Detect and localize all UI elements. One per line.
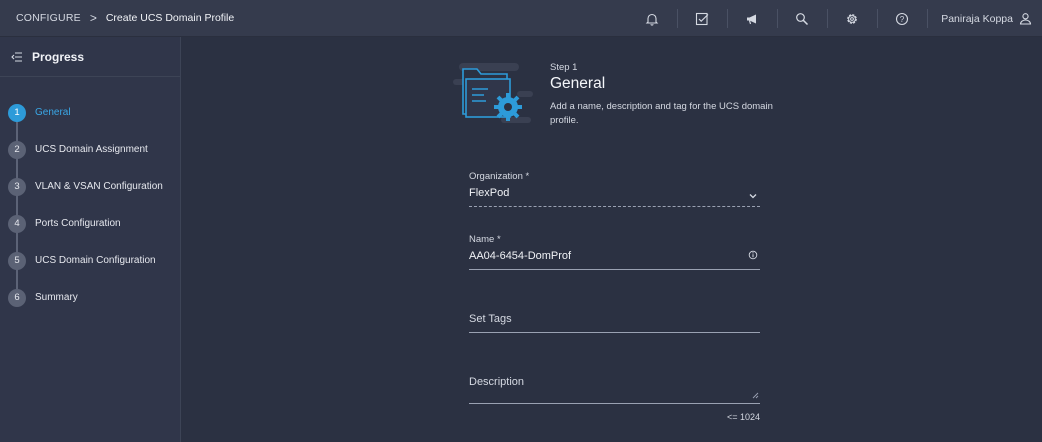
name-input-value: AA04-6454-DomProf — [469, 250, 572, 262]
search-button[interactable] — [777, 0, 827, 37]
description-placeholder: Description — [469, 376, 525, 388]
set-tags-underline — [469, 332, 760, 333]
description-underline — [469, 403, 760, 404]
toolbar-icons: ? Paniraja Koppa — [627, 0, 1042, 37]
settings-gear-icon — [847, 13, 858, 24]
resize-handle-icon[interactable] — [752, 392, 759, 399]
organization-select[interactable]: Organization * FlexPod — [469, 171, 760, 207]
notifications-button[interactable] — [627, 0, 677, 37]
organization-value[interactable]: FlexPod — [469, 187, 760, 203]
breadcrumb-configure-link[interactable]: CONFIGURE — [16, 12, 81, 24]
name-underline — [469, 269, 760, 270]
organization-selected-value: FlexPod — [469, 187, 510, 199]
announcements-button[interactable] — [727, 0, 777, 37]
step-header: Step 1 General Add a name, description a… — [550, 62, 790, 128]
folder-gear-icon — [453, 63, 533, 123]
user-avatar-icon — [1019, 13, 1032, 25]
collapse-menu-icon[interactable] — [11, 51, 23, 62]
tasks-button[interactable] — [677, 0, 727, 37]
step-label: VLAN & VSAN Configuration — [35, 181, 163, 192]
set-tags-input[interactable]: Set Tags — [469, 313, 760, 333]
user-menu[interactable]: Paniraja Koppa — [927, 0, 1042, 37]
chevron-down-icon[interactable] — [748, 191, 758, 201]
breadcrumb-separator: > — [89, 11, 97, 25]
search-icon — [796, 12, 809, 25]
wizard-steps: 1 General 2 UCS Domain Assignment 3 VLAN… — [0, 77, 180, 316]
step-indicator: Step 1 — [550, 62, 578, 73]
set-tags-placeholder: Set Tags — [469, 313, 512, 325]
step-label: Summary — [35, 292, 78, 303]
progress-header: Progress — [0, 37, 180, 77]
step-summary[interactable]: 6 Summary — [0, 279, 180, 316]
step-label: Ports Configuration — [35, 218, 121, 229]
step-vlan-vsan-configuration[interactable]: 3 VLAN & VSAN Configuration — [0, 168, 180, 205]
progress-sidebar: Progress 1 General 2 UCS Domain Assignme… — [0, 37, 181, 442]
step-number: 2 — [8, 140, 26, 159]
step-label: UCS Domain Configuration — [35, 255, 156, 266]
help-button[interactable]: ? — [877, 0, 927, 37]
description-textarea[interactable]: Description <= 1024 — [469, 376, 760, 422]
step-description: Add a name, description and tag for the … — [550, 101, 773, 126]
step-number: 3 — [8, 177, 26, 196]
organization-label: Organization * — [469, 171, 530, 182]
bell-icon — [645, 13, 659, 26]
top-bar: CONFIGURE > Create UCS Domain Profile ? … — [0, 0, 1042, 37]
settings-button[interactable] — [827, 0, 877, 37]
organization-underline — [469, 206, 760, 207]
info-icon[interactable] — [748, 250, 758, 260]
step-ucs-domain-configuration[interactable]: 5 UCS Domain Configuration — [0, 242, 180, 279]
step-label: General — [35, 107, 71, 118]
step-number: 1 — [8, 103, 26, 122]
step-number: 5 — [8, 251, 26, 270]
step-ucs-domain-assignment[interactable]: 2 UCS Domain Assignment — [0, 131, 180, 168]
step-general[interactable]: 1 General — [0, 94, 180, 131]
help-icon: ? — [896, 12, 909, 25]
name-field[interactable]: Name * AA04-6454-DomProf — [469, 234, 760, 270]
step-number: 6 — [8, 288, 26, 307]
step-number: 4 — [8, 214, 26, 233]
svg-text:?: ? — [900, 15, 905, 24]
user-name: Paniraja Koppa — [941, 12, 1013, 25]
breadcrumb-current-page: Create UCS Domain Profile — [105, 12, 235, 24]
task-check-icon — [696, 12, 709, 25]
description-char-limit: <= 1024 — [726, 412, 760, 422]
progress-title: Progress — [32, 49, 85, 64]
megaphone-icon — [747, 14, 757, 24]
step-ports-configuration[interactable]: 4 Ports Configuration — [0, 205, 180, 242]
name-label: Name * — [469, 234, 501, 245]
step-label: UCS Domain Assignment — [35, 144, 148, 155]
name-input[interactable]: AA04-6454-DomProf — [469, 250, 760, 266]
description-input[interactable]: Description — [469, 376, 760, 400]
breadcrumb: CONFIGURE > Create UCS Domain Profile — [0, 11, 234, 25]
main-content: Step 1 General Add a name, description a… — [181, 37, 1042, 442]
page-title: General — [550, 75, 606, 92]
